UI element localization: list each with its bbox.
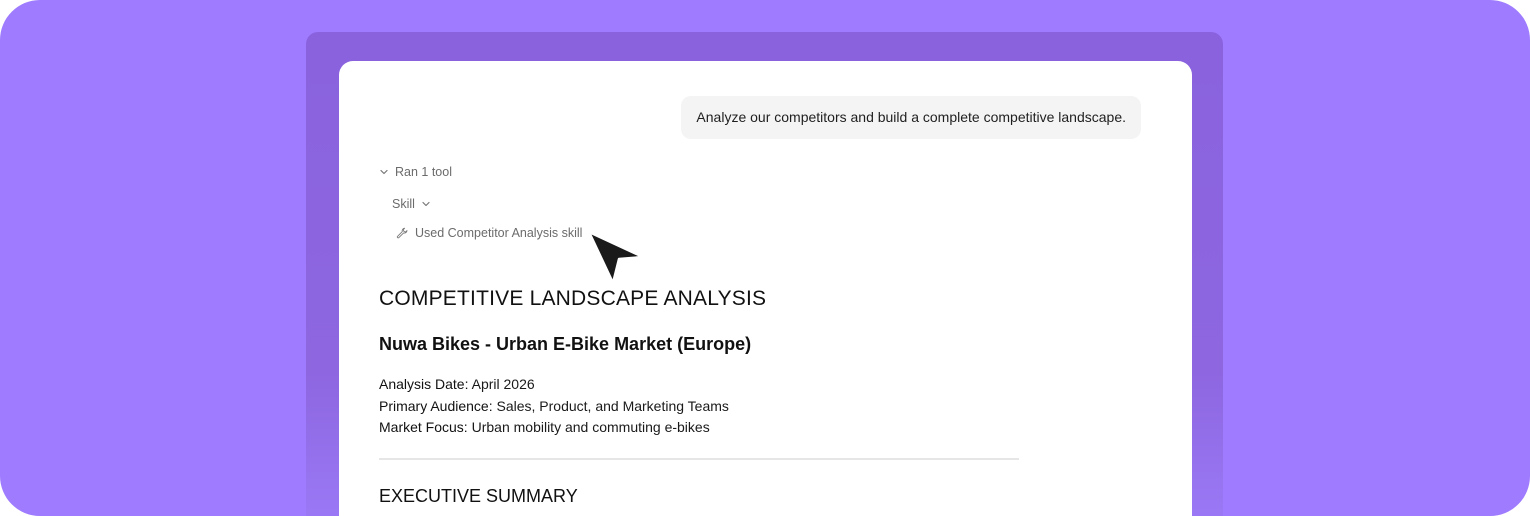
cursor-arrow-icon — [587, 230, 645, 285]
meta-key: Primary Audience: — [379, 397, 493, 414]
document-meta: Analysis Date: April 2026 Primary Audien… — [379, 374, 729, 439]
meta-key: Market Focus: — [379, 419, 468, 435]
skill-used-item: Used Competitor Analysis skill — [396, 226, 582, 240]
meta-value: Urban mobility and commuting e-bikes — [471, 419, 710, 435]
page-background: Analyze our competitors and build a comp… — [0, 0, 1530, 516]
chat-panel: Analyze our competitors and build a comp… — [339, 61, 1192, 516]
wrench-icon — [396, 227, 408, 239]
meta-row: Market Focus: Urban mobility and commuti… — [379, 417, 729, 439]
document-subtitle: Nuwa Bikes - Urban E-Bike Market (Europe… — [379, 334, 752, 354]
section-divider — [379, 458, 1019, 460]
chevron-down-icon — [422, 201, 430, 207]
meta-value: Sales, Product, and Marketing Teams — [496, 397, 729, 414]
meta-row: Analysis Date: April 2026 — [379, 374, 729, 396]
meta-row: Primary Audience: Sales, Product, and Ma… — [379, 396, 729, 418]
tool-summary-label: Ran 1 tool — [395, 165, 452, 179]
chevron-down-icon — [380, 169, 388, 175]
user-message-bubble: Analyze our competitors and build a comp… — [681, 96, 1141, 139]
meta-value: April 2026 — [471, 376, 535, 392]
document-title: COMPETITIVE LANDSCAPE ANALYSIS — [379, 287, 767, 310]
section-heading: EXECUTIVE SUMMARY — [379, 486, 578, 506]
skill-used-label: Used Competitor Analysis skill — [415, 226, 583, 240]
meta-key: Analysis Date: — [379, 376, 469, 392]
tool-summary-toggle[interactable]: Ran 1 tool — [379, 165, 452, 179]
skill-toggle[interactable]: Skill — [392, 197, 431, 211]
skill-label: Skill — [392, 197, 415, 211]
